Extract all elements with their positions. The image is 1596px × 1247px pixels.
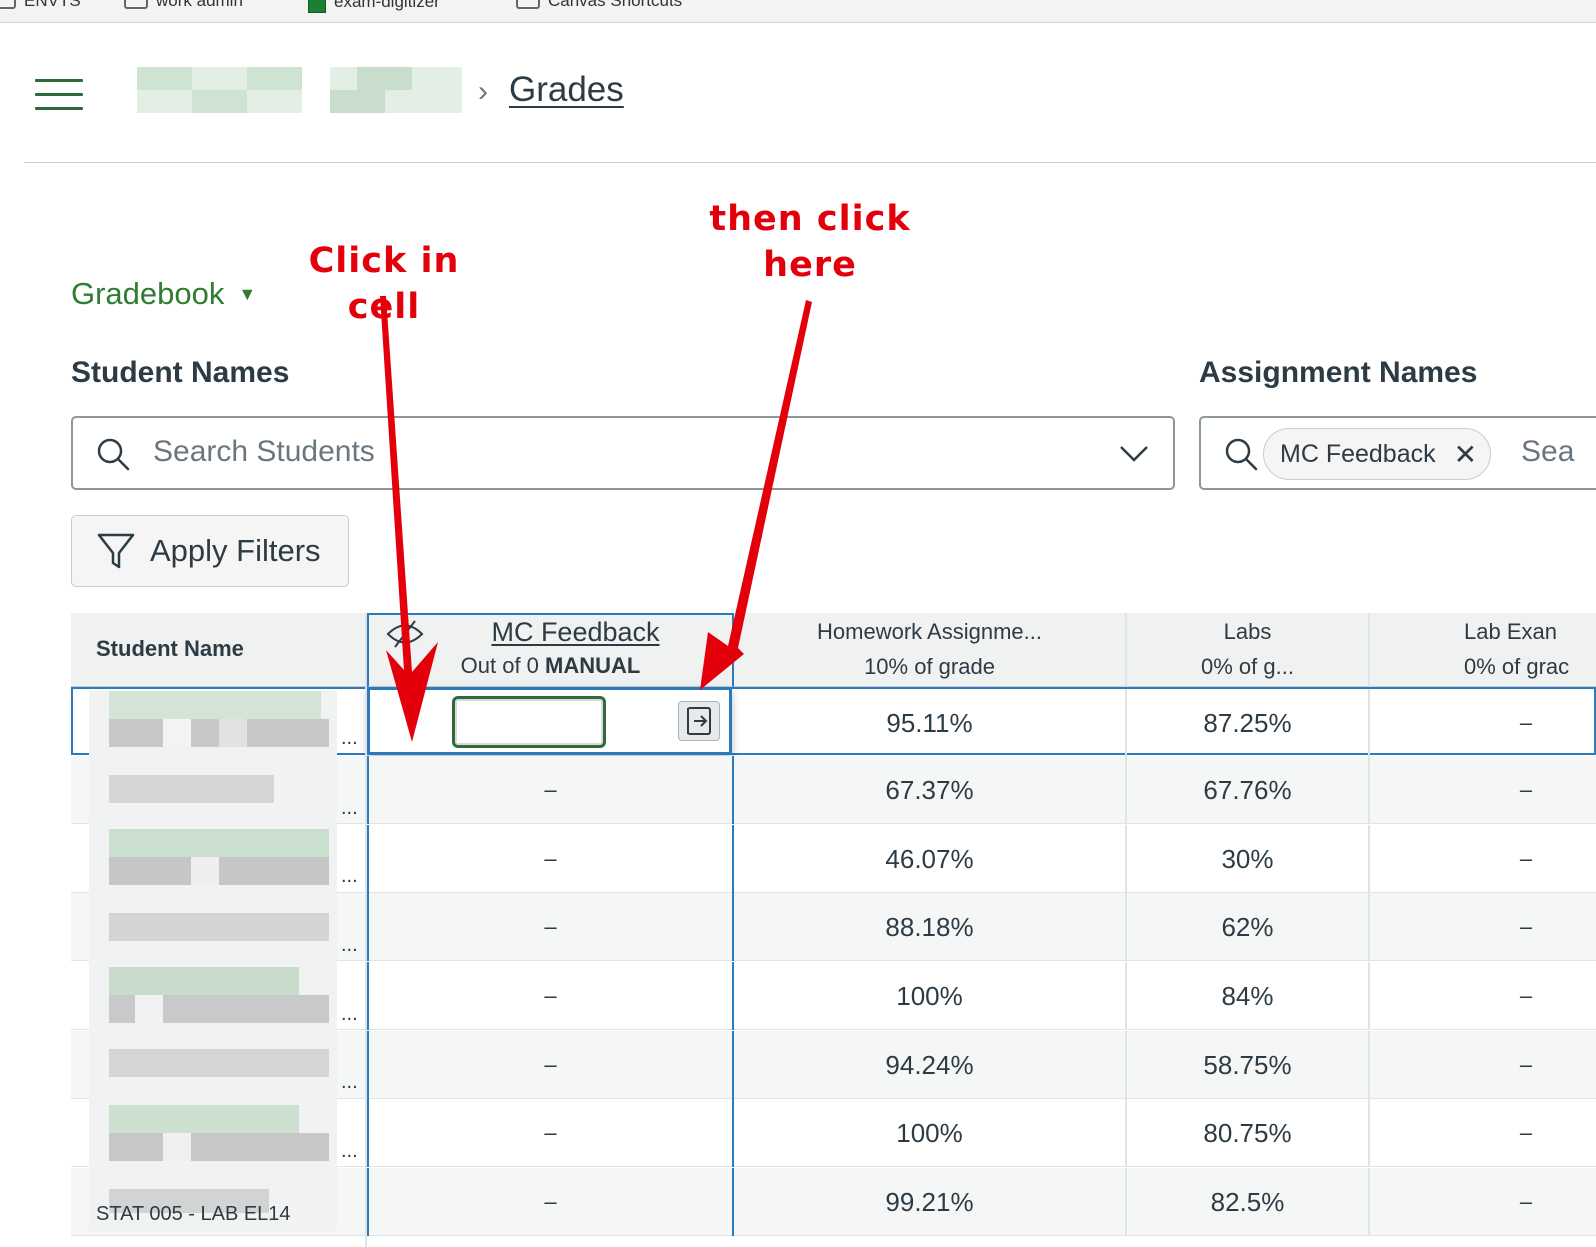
- column-header-lab-exam[interactable]: Lab Exan 0% of grac: [1370, 613, 1596, 687]
- homework-grade-cell[interactable]: 100%: [734, 962, 1127, 1030]
- annotation-click-in-cell: Click in cell: [308, 241, 460, 327]
- grade-input[interactable]: [452, 696, 606, 748]
- homework-grade-cell[interactable]: 67.37%: [734, 756, 1127, 824]
- column-header-homework[interactable]: Homework Assignme... 10% of grade: [734, 613, 1127, 687]
- column-header-student-name[interactable]: Student Name: [71, 613, 367, 687]
- folder-icon: [124, 0, 148, 9]
- annotation-then-click: then click here: [709, 199, 911, 285]
- lab-exam-grade-cell[interactable]: –: [1370, 756, 1596, 824]
- mc-feedback-cell[interactable]: –: [367, 893, 734, 961]
- row-ellipsis: ...: [341, 727, 358, 749]
- close-icon[interactable]: ✕: [1454, 438, 1477, 471]
- search-icon: [97, 438, 130, 471]
- lab-exam-grade-cell[interactable]: –: [1370, 1031, 1596, 1099]
- header-divider: [24, 162, 1596, 163]
- student-name-column: ... ... ... ... ... ... ... STAT 005 - L…: [71, 687, 367, 1247]
- mc-feedback-cell[interactable]: –: [367, 962, 734, 1030]
- open-tray-icon: [687, 707, 711, 735]
- mc-feedback-title-link[interactable]: MC Feedback: [419, 617, 732, 648]
- lab-exam-grade-cell[interactable]: –: [1370, 1099, 1596, 1167]
- labs-grade-cell[interactable]: 80.75%: [1127, 1099, 1370, 1167]
- homework-grade-cell[interactable]: 46.07%: [734, 825, 1127, 893]
- lab-exam-grade-cell[interactable]: –: [1370, 825, 1596, 893]
- search-icon: [1225, 438, 1258, 471]
- spreadsheet-icon: [308, 0, 326, 13]
- labs-grade-cell[interactable]: 84%: [1127, 962, 1370, 1030]
- column-header-mc-feedback[interactable]: MC Feedback Out of 0 MANUAL: [367, 613, 734, 687]
- bookmark-work-admin[interactable]: work admin: [124, 0, 243, 11]
- row-ellipsis: ...: [341, 865, 358, 887]
- row-ellipsis: ...: [341, 934, 358, 956]
- homework-grade-cell[interactable]: 100%: [734, 1099, 1127, 1167]
- mc-feedback-cell[interactable]: –: [367, 1168, 734, 1236]
- student-search-placeholder: Search Students: [153, 435, 375, 468]
- chevron-down-icon[interactable]: [1119, 444, 1149, 464]
- homework-grade-cell[interactable]: 95.11%: [734, 689, 1127, 757]
- bookmark-canvas-shortcuts[interactable]: Canvas Shortcuts: [516, 0, 682, 11]
- assignment-names-label: Assignment Names: [1199, 356, 1478, 389]
- filter-icon: [97, 533, 135, 569]
- open-submission-tray-button[interactable]: [678, 701, 720, 741]
- labs-grade-cell[interactable]: 62%: [1127, 893, 1370, 961]
- folder-icon: [0, 0, 16, 9]
- apply-filters-button[interactable]: Apply Filters: [71, 515, 349, 587]
- row-ellipsis: ...: [341, 1003, 358, 1025]
- lab-exam-grade-cell[interactable]: –: [1370, 893, 1596, 961]
- labs-grade-cell[interactable]: 30%: [1127, 825, 1370, 893]
- caret-down-icon: ▼: [238, 283, 257, 304]
- student-search-input[interactable]: Search Students: [71, 416, 1175, 490]
- assignment-filter-chip[interactable]: MC Feedback ✕: [1263, 428, 1491, 480]
- course-breadcrumb-blurred[interactable]: [137, 67, 462, 113]
- mc-feedback-cell[interactable]: –: [367, 825, 734, 893]
- lab-exam-grade-cell[interactable]: –: [1370, 962, 1596, 1030]
- row-ellipsis: ...: [341, 1140, 358, 1162]
- labs-grade-cell[interactable]: 67.76%: [1127, 756, 1370, 824]
- labs-grade-cell[interactable]: 87.25%: [1127, 689, 1370, 757]
- gradebook-view-menu[interactable]: Gradebook ▼: [71, 276, 256, 312]
- homework-grade-cell[interactable]: 99.21%: [734, 1168, 1127, 1236]
- lab-exam-grade-cell[interactable]: –: [1370, 1168, 1596, 1236]
- mc-feedback-cell[interactable]: –: [367, 1099, 734, 1167]
- student-names-label: Student Names: [71, 356, 290, 389]
- mc-feedback-cell[interactable]: –: [367, 1031, 734, 1099]
- column-header-labs[interactable]: Labs 0% of g...: [1127, 613, 1370, 687]
- assignment-search-placeholder: Sea: [1521, 435, 1575, 468]
- row-ellipsis: ...: [341, 797, 358, 819]
- mc-feedback-points-label: Out of 0 MANUAL: [460, 653, 641, 678]
- hamburger-menu-icon[interactable]: [35, 79, 83, 111]
- bookmark-exam-digitizer[interactable]: exam-digitizer: [308, 0, 440, 13]
- mc-feedback-cell-active[interactable]: [367, 687, 732, 755]
- breadcrumb-chevron-icon: ›: [478, 75, 488, 108]
- labs-grade-cell[interactable]: 58.75%: [1127, 1031, 1370, 1099]
- bookmark-envts[interactable]: ENVTS: [0, 0, 81, 11]
- assignment-search-input[interactable]: MC Feedback ✕ Sea: [1199, 416, 1596, 490]
- homework-grade-cell[interactable]: 88.18%: [734, 893, 1127, 961]
- homework-grade-cell[interactable]: 94.24%: [734, 1031, 1127, 1099]
- mc-feedback-cell[interactable]: –: [367, 756, 734, 824]
- folder-icon: [516, 0, 540, 9]
- student-name-partial[interactable]: STAT 005 - LAB EL14: [96, 1203, 291, 1226]
- lab-exam-grade-cell[interactable]: –: [1370, 689, 1596, 757]
- row-ellipsis: ...: [341, 1071, 358, 1093]
- labs-grade-cell[interactable]: 82.5%: [1127, 1168, 1370, 1236]
- student-name-blurred[interactable]: [89, 691, 337, 1231]
- bookmarks-bar: ENVTS work admin exam-digitizer Canvas S…: [0, 0, 1596, 23]
- breadcrumb-current[interactable]: Grades: [509, 70, 624, 110]
